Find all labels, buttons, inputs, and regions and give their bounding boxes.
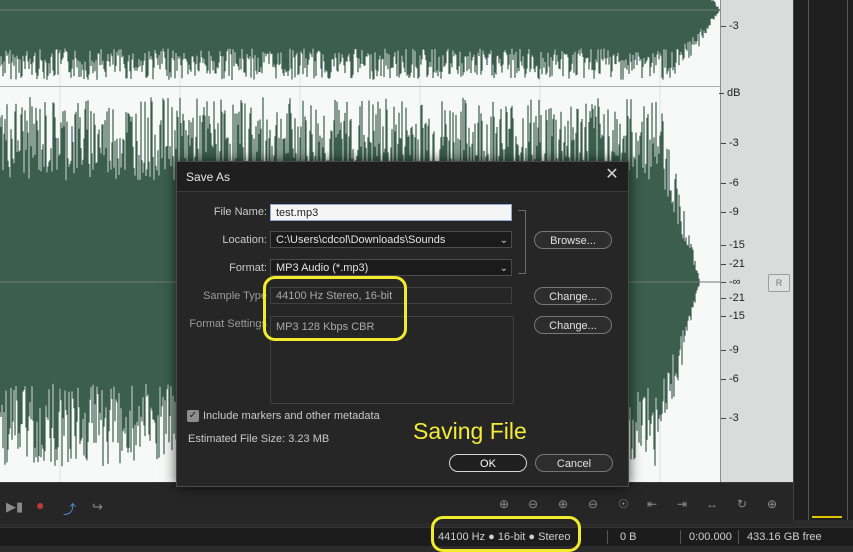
ruler-tick: -21 bbox=[721, 258, 745, 270]
status-divider bbox=[680, 530, 681, 544]
ruler-tick: -9 bbox=[721, 206, 739, 218]
zoom-selection-icon[interactable]: ↔ bbox=[706, 497, 720, 511]
file-name-label: File Name: bbox=[213, 206, 267, 218]
zoom-full-icon[interactable]: ☉ bbox=[618, 497, 632, 511]
browse-button[interactable]: Browse... bbox=[534, 231, 612, 249]
format-label: Format: bbox=[229, 262, 267, 274]
zoom-out-amplitude-icon[interactable]: ⊖ bbox=[528, 497, 542, 511]
location-select[interactable]: C:\Users\cdcol\Downloads\Sounds ⌄ bbox=[270, 231, 512, 248]
ruler-tick: -6 bbox=[721, 373, 739, 385]
status-file-size: 0 B bbox=[620, 531, 637, 543]
zoom-reset-icon[interactable]: ↻ bbox=[737, 497, 751, 511]
cancel-button[interactable]: Cancel bbox=[535, 454, 613, 472]
format-settings-label: Format Settings bbox=[189, 318, 267, 330]
change-format-settings-button[interactable]: Change... bbox=[534, 316, 612, 334]
format-select[interactable]: MP3 Audio (*.mp3) ⌄ bbox=[270, 259, 512, 276]
include-markers-label: Include markers and other metadata bbox=[203, 410, 380, 422]
location-value: C:\Users\cdcol\Downloads\Sounds bbox=[276, 234, 446, 246]
include-markers-checkbox[interactable]: ✓ bbox=[187, 410, 199, 422]
ruler-tick: -3 bbox=[721, 412, 739, 424]
record-icon[interactable]: ● bbox=[36, 497, 44, 513]
estimated-file-size: Estimated File Size: 3.23 MB bbox=[188, 433, 330, 445]
status-duration: 0:00.000 bbox=[689, 531, 732, 543]
ruler-tick: -6 bbox=[721, 177, 739, 189]
ruler-tick: -∞ bbox=[721, 276, 741, 288]
ruler-tick: -15 bbox=[721, 239, 745, 251]
transport-bar: ▶▮ ● ⤴ ↪ ⊕ ⊖ ⊕ ⊖ ☉ ⇤ ⇥ ↔ ↻ ⊕ bbox=[0, 482, 793, 523]
zoom-in-left-icon[interactable]: ⇤ bbox=[647, 497, 661, 511]
highlight-sample-format bbox=[263, 276, 407, 341]
zoom-in-right-icon[interactable]: ⇥ bbox=[677, 497, 691, 511]
close-icon[interactable]: ✕ bbox=[603, 166, 621, 184]
chevron-down-icon[interactable]: ⌄ bbox=[500, 260, 508, 277]
right-channel-badge[interactable]: R bbox=[768, 274, 790, 292]
field-group-bracket bbox=[518, 210, 526, 274]
change-sample-type-button[interactable]: Change... bbox=[534, 287, 612, 305]
ruler-tick: -3 bbox=[721, 137, 739, 149]
ruler-tick: -21 bbox=[721, 292, 745, 304]
channel-separator bbox=[0, 86, 720, 87]
level-meter-panel bbox=[793, 0, 853, 520]
highlight-status-format bbox=[431, 516, 581, 552]
level-meter bbox=[808, 0, 848, 520]
ruler-tick: -15 bbox=[721, 310, 745, 322]
dialog-title: Save As bbox=[186, 170, 231, 184]
zoom-all-tracks-icon[interactable]: ⊕ bbox=[767, 497, 781, 511]
loop-playback-icon[interactable]: ⤴ bbox=[63, 499, 76, 518]
format-value: MP3 Audio (*.mp3) bbox=[276, 262, 369, 274]
status-free-space: 433.16 GB free bbox=[747, 531, 822, 543]
skip-selection-icon[interactable]: ↪ bbox=[92, 499, 103, 515]
dialog-titlebar: Save As ✕ bbox=[177, 162, 628, 192]
annotation-label: Saving File bbox=[413, 418, 527, 444]
status-divider bbox=[607, 530, 608, 544]
ruler-tick: -3 bbox=[721, 20, 739, 32]
file-name-input[interactable]: test.mp3 bbox=[270, 204, 512, 221]
chevron-down-icon[interactable]: ⌄ bbox=[500, 232, 508, 249]
location-label: Location: bbox=[222, 234, 267, 246]
ruler-tick: -9 bbox=[721, 344, 739, 356]
status-bar: 44100 Hz ● 16-bit ● Stereo 0 B 0:00.000 … bbox=[0, 527, 853, 546]
status-divider bbox=[738, 530, 739, 544]
meter-peak-indicator bbox=[812, 516, 842, 518]
amplitude-ruler: -3 dB -3 -6 -9 -15 -21 -∞ -21 -15 -9 -6 … bbox=[718, 0, 794, 482]
sample-type-label: Sample Type bbox=[202, 290, 267, 302]
ruler-unit: dB bbox=[718, 87, 741, 99]
zoom-in-time-icon[interactable]: ⊕ bbox=[558, 497, 572, 511]
skip-to-end-icon[interactable]: ▶▮ bbox=[6, 499, 23, 515]
ok-button[interactable]: OK bbox=[449, 454, 527, 472]
zoom-out-time-icon[interactable]: ⊖ bbox=[588, 497, 602, 511]
zoom-in-amplitude-icon[interactable]: ⊕ bbox=[499, 497, 513, 511]
